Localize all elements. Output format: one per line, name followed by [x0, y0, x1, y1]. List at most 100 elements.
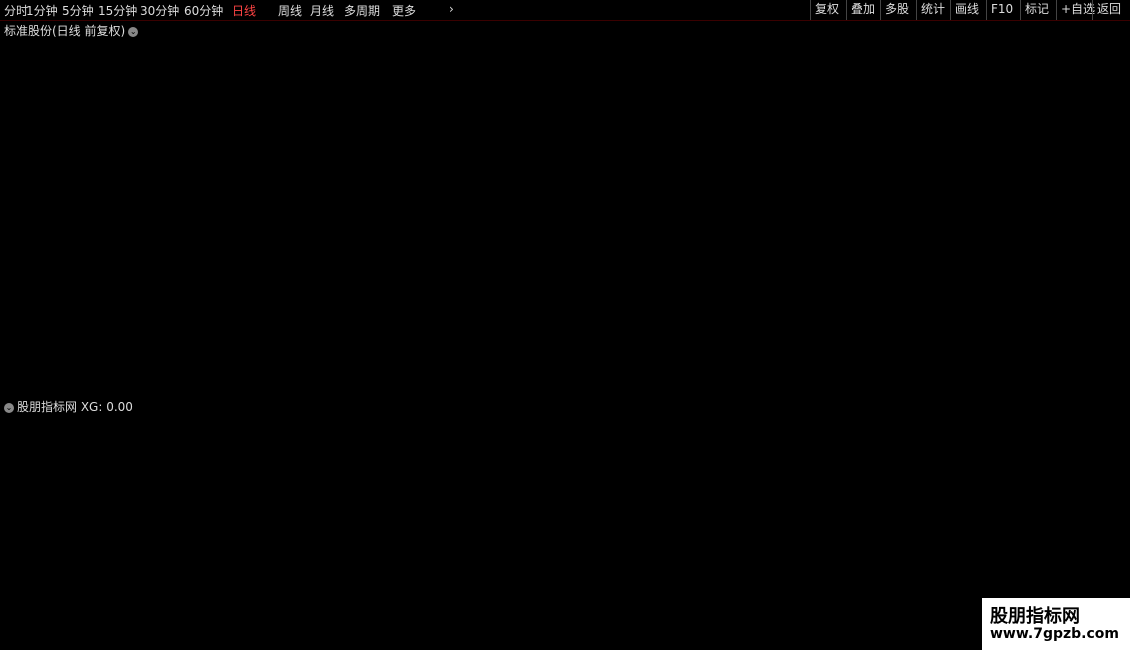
candle-body — [437, 167, 443, 173]
time-axis-label-0: 2025年 — [4, 632, 43, 646]
candle-body — [888, 54, 895, 62]
indicator-tick-label-2: 0.60 — [1097, 495, 1122, 508]
period-tab-0[interactable]: 分时 — [4, 2, 28, 19]
current-price-box — [1074, 66, 1130, 82]
candle-body — [76, 123, 82, 165]
watermark-text: 股朋指标网 — [990, 606, 1080, 627]
chevron-down-icon[interactable]: ⌄ — [4, 402, 14, 413]
current-price-label: 6.87 — [1076, 69, 1101, 82]
candle-body — [691, 119, 697, 137]
candle-body — [297, 187, 304, 208]
price-tick-label-0: 4.00 — [1097, 293, 1122, 306]
toolbar-button-3[interactable]: 统计 — [916, 0, 949, 20]
candle-body — [1002, 65, 1010, 77]
chevron-right-icon[interactable]: › — [449, 2, 454, 16]
candle-body — [264, 218, 271, 223]
event-tag-label-3: 财 — [918, 382, 930, 396]
candle-body — [18, 134, 25, 159]
candle-body — [921, 33, 927, 42]
candle-body — [576, 109, 583, 114]
candle-body — [568, 112, 575, 116]
candle-body — [248, 216, 255, 226]
candle-body — [748, 112, 755, 116]
candle-body — [658, 115, 664, 120]
candle-body — [978, 76, 984, 85]
chevron-down-icon[interactable]: ⌄ — [128, 26, 139, 37]
period-tab-7[interactable]: 周线 — [278, 2, 302, 19]
candle-body — [494, 146, 500, 155]
candle-body — [198, 221, 205, 226]
toolbar-button-5[interactable]: F10 — [986, 0, 1017, 20]
candle-body — [518, 154, 525, 159]
price-tick-label-2: 5.00 — [1097, 215, 1122, 228]
candle-body — [937, 45, 943, 48]
price-tick-label-6: 7.50 — [1097, 20, 1122, 33]
cursor-date-box — [730, 632, 810, 646]
toolbar-button-4[interactable]: 画线 — [950, 0, 983, 20]
candle-body — [141, 201, 148, 210]
candle-body — [847, 41, 853, 46]
toolbar-button-6[interactable]: 标记 — [1020, 0, 1053, 20]
main-chart-title: 标准股份(日线 前复权) ⌄ — [4, 22, 139, 39]
candle-body — [929, 41, 935, 46]
candle-body — [469, 159, 476, 167]
candle-body — [715, 103, 722, 120]
candle-body — [486, 146, 493, 153]
candle-body — [872, 45, 878, 69]
indicator-tick-label-0: 0.20 — [1097, 579, 1122, 592]
price-tick-label-3: 5.50 — [1097, 176, 1122, 189]
toolbar-button-0[interactable]: 复权 — [810, 0, 843, 20]
candle-body — [740, 109, 746, 116]
candle-body — [125, 177, 132, 187]
candle-body — [986, 79, 993, 85]
candle-body — [642, 114, 648, 124]
candle-body — [150, 236, 156, 241]
candle-body — [190, 224, 197, 234]
candle-body — [814, 75, 821, 81]
toolbar-button-1[interactable]: 叠加 — [846, 0, 879, 20]
toolbar-button-8[interactable]: 返回 — [1092, 0, 1125, 20]
event-tag-0 — [142, 381, 156, 395]
period-tab-9[interactable]: 多周期 — [344, 2, 380, 19]
period-tab-6[interactable]: 日线 — [232, 2, 256, 19]
period-tab-5[interactable]: 60分钟 — [184, 2, 223, 19]
candle-body — [757, 115, 763, 118]
period-tab-4[interactable]: 30分钟 — [140, 2, 179, 19]
candle-body — [84, 164, 90, 178]
candle-body — [347, 170, 353, 173]
candle-body — [362, 161, 370, 169]
candle-body — [945, 47, 952, 61]
candle-body — [904, 39, 911, 54]
candle-body — [92, 142, 99, 179]
time-axis-label-6: 9 — [965, 633, 972, 646]
watermark: 股朋指标网 www.7gpzb.com — [982, 598, 1130, 650]
xg-signal-line — [0, 416, 1070, 619]
candle-body — [1036, 66, 1042, 71]
candle-body — [68, 138, 74, 143]
candle-body — [994, 75, 1001, 81]
candle-body — [321, 157, 329, 166]
diamond-icon — [1046, 25, 1056, 35]
candle-body — [773, 109, 780, 114]
candle-body — [404, 170, 410, 173]
candle-body — [207, 224, 213, 233]
candle-body — [1044, 70, 1050, 75]
candle-body — [306, 170, 312, 173]
period-tab-10[interactable]: 更多 — [392, 2, 416, 19]
period-tab-1[interactable]: 1分钟 — [26, 2, 58, 19]
candle-body — [617, 95, 623, 106]
candle-body — [109, 49, 115, 143]
candle-body — [584, 109, 591, 112]
candle-body — [781, 64, 788, 111]
candle-body — [634, 111, 640, 115]
candle-body — [239, 224, 246, 233]
candle-body — [133, 185, 139, 194]
event-tag-3 — [917, 381, 931, 395]
period-tab-2[interactable]: 5分钟 — [62, 2, 94, 19]
candle-body — [477, 151, 484, 159]
time-axis-label-2: 5 — [296, 633, 303, 646]
period-tab-8[interactable]: 月线 — [310, 2, 334, 19]
period-tab-3[interactable]: 15分钟 — [98, 2, 137, 19]
toolbar-button-2[interactable]: 多股 — [880, 0, 913, 20]
candle-body — [970, 76, 976, 79]
